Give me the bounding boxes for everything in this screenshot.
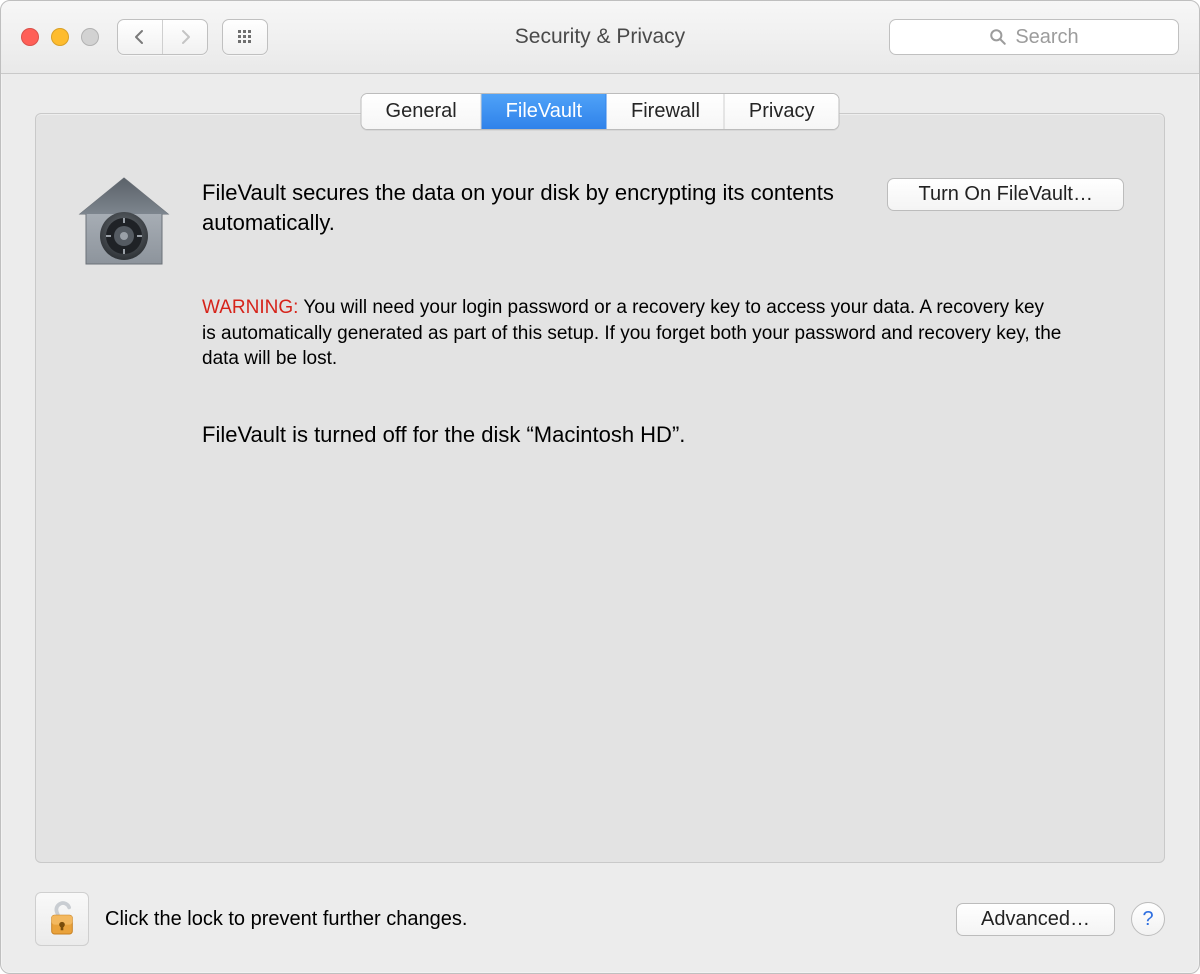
warning-text: You will need your login password or a r…	[202, 297, 1061, 369]
tab-panel: FileVault secures the data on your disk …	[35, 113, 1165, 863]
titlebar: Security & Privacy Search	[1, 1, 1199, 74]
tab-privacy[interactable]: Privacy	[725, 94, 839, 129]
window-controls	[21, 28, 99, 46]
preferences-window: Security & Privacy Search General FileVa…	[0, 0, 1200, 974]
zoom-window-button[interactable]	[81, 28, 99, 46]
search-field[interactable]: Search	[889, 19, 1179, 55]
filevault-status: FileVault is turned off for the disk “Ma…	[202, 422, 1124, 448]
footer: Click the lock to prevent further change…	[35, 889, 1165, 949]
tab-filevault[interactable]: FileVault	[482, 94, 607, 129]
filevault-headline: FileVault secures the data on your disk …	[202, 174, 857, 237]
show-all-button[interactable]	[222, 19, 268, 55]
unlocked-padlock-icon	[47, 900, 77, 938]
back-button[interactable]	[118, 20, 163, 54]
help-button[interactable]: ?	[1131, 902, 1165, 936]
filevault-warning: WARNING: You will need your login passwo…	[202, 295, 1062, 372]
warning-label: WARNING:	[202, 297, 298, 318]
chevron-left-icon	[132, 29, 148, 45]
tab-bar: General FileVault Firewall Privacy	[361, 93, 840, 130]
filevault-icon	[76, 174, 172, 275]
close-window-button[interactable]	[21, 28, 39, 46]
search-placeholder: Search	[1015, 26, 1078, 49]
chevron-right-icon	[177, 29, 193, 45]
tab-firewall[interactable]: Firewall	[607, 94, 725, 129]
lock-message: Click the lock to prevent further change…	[105, 908, 467, 931]
window-body: General FileVault Firewall Privacy	[1, 73, 1199, 973]
grid-icon	[237, 29, 253, 45]
forward-button[interactable]	[163, 20, 207, 54]
nav-back-forward	[117, 19, 208, 55]
minimize-window-button[interactable]	[51, 28, 69, 46]
tab-general[interactable]: General	[362, 94, 482, 129]
search-icon	[989, 28, 1007, 46]
turn-on-filevault-button[interactable]: Turn On FileVault…	[887, 178, 1124, 211]
advanced-button[interactable]: Advanced…	[956, 903, 1115, 936]
lock-button[interactable]	[35, 892, 89, 946]
